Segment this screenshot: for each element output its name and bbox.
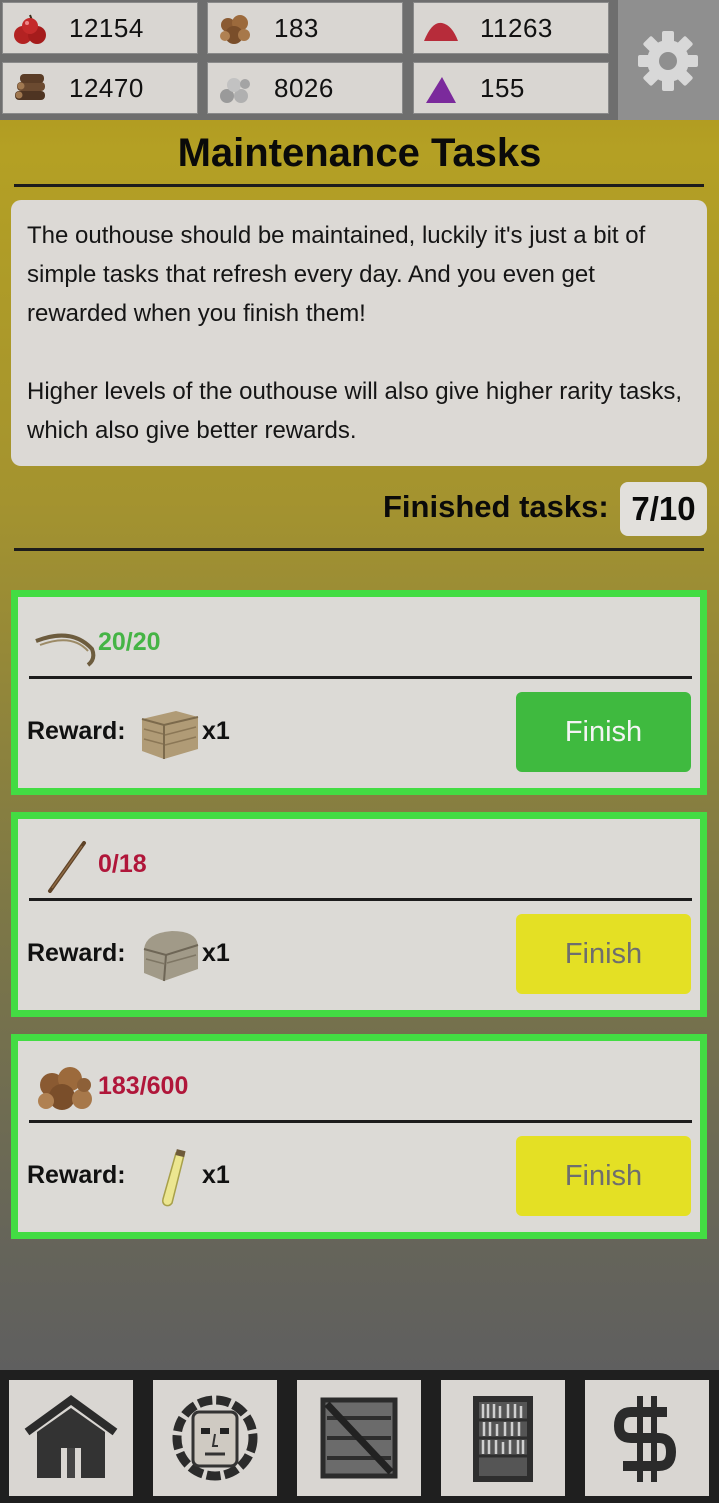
reward-quantity: x1 — [202, 939, 230, 967]
berries-icon — [14, 14, 46, 44]
logs-icon — [15, 74, 45, 100]
rope-icon — [35, 633, 96, 667]
nav-shop[interactable] — [585, 1380, 709, 1496]
bush-icon — [220, 15, 250, 44]
description-panel: The outhouse should be maintained, lucki… — [11, 200, 707, 466]
task-progress: 20/20 — [98, 628, 161, 656]
reward-quantity: x1 — [202, 717, 230, 745]
resource-purple-powder: 155 — [413, 62, 609, 114]
stick-icon — [48, 841, 86, 893]
house-icon — [24, 1395, 118, 1478]
chest-icon — [143, 931, 199, 982]
character-icon — [172, 1395, 258, 1481]
task-card: 183/600 Reward: x1 Finish — [11, 1034, 707, 1239]
task-divider — [29, 1120, 692, 1123]
bookshelf-icon — [473, 1396, 533, 1482]
resource-value: 11263 — [480, 13, 553, 43]
resource-stones: 8026 — [207, 62, 403, 114]
task-card: 0/18 Reward: x1 Finish — [11, 812, 707, 1017]
task-divider — [29, 676, 692, 679]
resource-bar: 12154 183 11263 12470 8026 155 — [0, 0, 719, 120]
section-divider — [14, 548, 704, 551]
resource-value: 183 — [274, 13, 319, 43]
finish-button[interactable]: Finish — [516, 1136, 691, 1216]
resource-value: 12154 — [69, 13, 144, 43]
settings-button[interactable] — [618, 0, 719, 120]
resource-logs: 12470 — [2, 62, 198, 114]
finished-tasks-label: Finished tasks: — [383, 489, 609, 524]
resource-value: 155 — [480, 73, 525, 103]
red-powder-icon — [424, 22, 458, 41]
nav-house[interactable] — [9, 1380, 133, 1496]
task-divider — [29, 898, 692, 901]
reward-label: Reward: — [27, 1161, 126, 1189]
resource-value: 8026 — [274, 73, 334, 103]
title-divider — [14, 184, 704, 187]
nav-character[interactable] — [153, 1380, 277, 1496]
finished-tasks-count: 7/10 — [620, 482, 707, 536]
crate-icon — [320, 1397, 398, 1479]
nav-crate[interactable] — [297, 1380, 421, 1496]
resource-bush: 183 — [207, 2, 403, 54]
description-text: Higher levels of the outhouse will also … — [27, 378, 682, 444]
vial-icon — [162, 1149, 186, 1207]
crate-icon — [141, 711, 199, 759]
dollar-icon — [613, 1396, 677, 1482]
stones-icon — [220, 78, 250, 103]
finish-button[interactable]: Finish — [516, 692, 691, 772]
task-progress: 0/18 — [98, 850, 147, 878]
description-text: The outhouse should be maintained, lucki… — [27, 222, 646, 327]
finish-button[interactable]: Finish — [516, 914, 691, 994]
reward-label: Reward: — [27, 717, 126, 745]
bottom-nav — [0, 1370, 719, 1503]
purple-powder-icon — [426, 77, 456, 103]
bush-icon — [38, 1067, 92, 1110]
task-progress: 183/600 — [98, 1072, 189, 1100]
resource-berries: 12154 — [2, 2, 198, 54]
resource-red-powder: 11263 — [413, 2, 609, 54]
task-card: 20/20 Reward: x1 Finish — [11, 590, 707, 795]
gear-icon — [638, 31, 698, 91]
reward-quantity: x1 — [202, 1161, 230, 1189]
nav-bookshelf[interactable] — [441, 1380, 565, 1496]
page-title: Maintenance Tasks — [177, 131, 542, 175]
reward-label: Reward: — [27, 939, 126, 967]
resource-value: 12470 — [69, 73, 144, 103]
